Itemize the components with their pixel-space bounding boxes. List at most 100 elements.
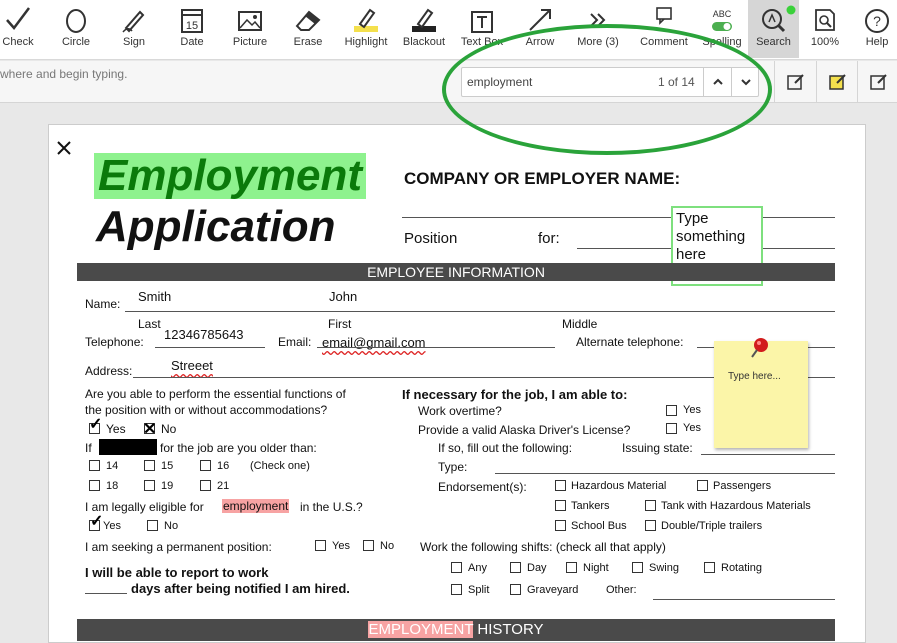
help-tool[interactable]: ? Help bbox=[857, 0, 897, 58]
search-label: Search bbox=[756, 36, 791, 48]
close-annotation-icon[interactable] bbox=[57, 141, 71, 155]
shift-rotating-checkbox[interactable] bbox=[704, 562, 715, 573]
shift-split-checkbox[interactable] bbox=[451, 584, 462, 595]
permanent-yes-checkbox[interactable] bbox=[315, 540, 326, 551]
school-bus-checkbox[interactable] bbox=[555, 520, 566, 531]
highlight-note-icon bbox=[829, 74, 846, 90]
age-19-label: 19 bbox=[161, 480, 174, 492]
overtime-yes-label: Yes bbox=[683, 404, 701, 416]
shift-graveyard-label: Graveyard bbox=[527, 584, 579, 596]
school-bus-label: School Bus bbox=[571, 520, 627, 532]
issuing-state-line bbox=[701, 454, 835, 455]
section-employee-information: EMPLOYEE INFORMATION bbox=[77, 263, 835, 281]
picture-label: Picture bbox=[232, 36, 268, 48]
highlight-label: Highlight bbox=[344, 36, 388, 48]
report-to-work-line1: I will be able to report to work bbox=[85, 565, 269, 580]
middle-label: Middle bbox=[562, 317, 598, 331]
alaska-yes-checkbox[interactable] bbox=[666, 423, 677, 434]
if-so-label: If so, fill out the following: bbox=[438, 441, 573, 455]
age-14-label: 14 bbox=[106, 460, 119, 472]
eligible-label-end: in the U.S.? bbox=[300, 500, 363, 514]
double-triple-checkbox[interactable] bbox=[645, 520, 656, 531]
search-tool[interactable]: Search bbox=[748, 0, 799, 58]
perform-no-label: No bbox=[161, 422, 177, 436]
blackout-redaction[interactable] bbox=[99, 439, 157, 455]
hazmat-checkbox[interactable] bbox=[555, 480, 566, 491]
shift-any-checkbox[interactable] bbox=[451, 562, 462, 573]
circle-label: Circle bbox=[61, 36, 91, 48]
zoom-icon bbox=[815, 9, 835, 31]
help-icon: ? bbox=[865, 9, 889, 33]
circle-tool[interactable]: Circle bbox=[56, 0, 96, 58]
edit-note-icon bbox=[870, 74, 887, 90]
shift-rotating-label: Rotating bbox=[721, 562, 762, 574]
eligible-yes-check-mark: ✓ bbox=[90, 513, 104, 530]
document-page: Employment Application COMPANY OR EMPLOY… bbox=[48, 124, 866, 643]
age-21-checkbox[interactable] bbox=[200, 480, 211, 491]
title-employment-highlighted: Employment bbox=[94, 153, 367, 199]
pen-sign-icon bbox=[122, 10, 145, 33]
address-value[interactable]: Streeet bbox=[171, 358, 213, 373]
zoom-tool[interactable]: 100% bbox=[804, 0, 846, 58]
issuing-state-label: Issuing state: bbox=[622, 441, 693, 455]
address-label: Address: bbox=[85, 364, 133, 378]
last-name-value[interactable]: Smith bbox=[138, 289, 171, 304]
last-label: Last bbox=[138, 317, 161, 331]
overtime-yes-checkbox[interactable] bbox=[666, 405, 677, 416]
first-name-value[interactable]: John bbox=[329, 289, 357, 304]
hazmat-label: Hazardous Material bbox=[571, 480, 667, 492]
age-15-checkbox[interactable] bbox=[144, 460, 155, 471]
eligible-no-checkbox[interactable] bbox=[147, 520, 158, 531]
age-18-checkbox[interactable] bbox=[89, 480, 100, 491]
erase-tool[interactable]: Erase bbox=[289, 0, 327, 58]
checkmark-icon bbox=[6, 7, 30, 30]
shift-day-checkbox[interactable] bbox=[510, 562, 521, 573]
age-14-checkbox[interactable] bbox=[89, 460, 100, 471]
name-label: Name: bbox=[85, 297, 121, 311]
older-than-label: for the job are you older than: bbox=[160, 441, 317, 455]
tank-hazmat-checkbox[interactable] bbox=[645, 500, 656, 511]
zoom-label: 100% bbox=[810, 36, 840, 48]
shift-any-label: Any bbox=[468, 562, 487, 574]
for-label: for: bbox=[538, 230, 560, 247]
highlight-tool[interactable]: Highlight bbox=[340, 0, 392, 58]
shift-graveyard-checkbox[interactable] bbox=[510, 584, 521, 595]
spelling-toggle-icon: ABC bbox=[712, 9, 732, 31]
shift-night-label: Night bbox=[583, 562, 609, 574]
check-tool[interactable]: Check bbox=[0, 0, 36, 58]
calendar-icon: 15 bbox=[181, 9, 203, 33]
perform-no-x-mark: ✕ bbox=[143, 421, 157, 438]
overtime-label: Work overtime? bbox=[418, 404, 502, 418]
edit-note-button-1[interactable] bbox=[774, 61, 814, 103]
tankers-label: Tankers bbox=[571, 500, 610, 512]
tankers-checkbox[interactable] bbox=[555, 500, 566, 511]
toolbar: Check Circle Sign 15 Date Picture Erase … bbox=[0, 0, 897, 60]
shift-other-line bbox=[653, 599, 835, 600]
age-16-label: 16 bbox=[217, 460, 230, 472]
svg-text:?: ? bbox=[873, 13, 881, 29]
blackout-tool[interactable]: Blackout bbox=[399, 0, 449, 58]
perform-yes-label: Yes bbox=[106, 422, 126, 436]
question-perform-line1: Are you able to perform the essential fu… bbox=[85, 387, 346, 401]
sign-tool[interactable]: Sign bbox=[114, 0, 154, 58]
position-label: Position bbox=[404, 230, 458, 247]
age-16-checkbox[interactable] bbox=[200, 460, 211, 471]
shift-swing-checkbox[interactable] bbox=[632, 562, 643, 573]
permanent-no-checkbox[interactable] bbox=[363, 540, 374, 551]
calendar-date-number: 15 bbox=[186, 20, 198, 32]
shifts-label: Work the following shifts: (check all th… bbox=[420, 540, 666, 554]
picture-tool[interactable]: Picture bbox=[229, 0, 271, 58]
telephone-value[interactable]: 12346785643 bbox=[164, 327, 244, 342]
eligible-no-label: No bbox=[164, 520, 179, 532]
date-tool[interactable]: 15 Date bbox=[172, 0, 212, 58]
age-19-checkbox[interactable] bbox=[144, 480, 155, 491]
shift-swing-label: Swing bbox=[649, 562, 679, 574]
tank-hazmat-label: Tank with Hazardous Materials bbox=[661, 500, 811, 512]
edit-note-button-2[interactable] bbox=[816, 61, 856, 103]
title-application: Application bbox=[96, 202, 336, 251]
shift-night-checkbox[interactable] bbox=[566, 562, 577, 573]
type-line bbox=[495, 473, 835, 474]
text-box-icon bbox=[471, 11, 493, 33]
edit-note-button-3[interactable] bbox=[857, 61, 897, 103]
passengers-checkbox[interactable] bbox=[697, 480, 708, 491]
